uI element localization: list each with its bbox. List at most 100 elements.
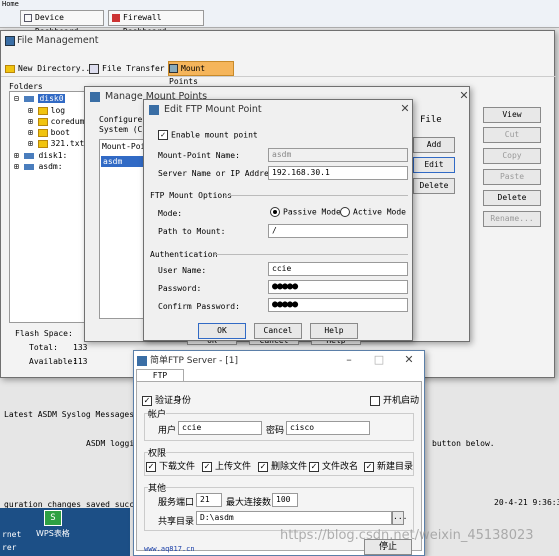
edit-button[interactable]: Edit bbox=[413, 157, 455, 173]
file-management-title: File Management bbox=[17, 35, 99, 46]
close-icon[interactable]: ✕ bbox=[457, 89, 471, 103]
enable-mount-point-checkbox[interactable]: ✓ Enable mount point bbox=[158, 130, 258, 140]
folder-icon bbox=[37, 117, 48, 126]
share-dir-label: 共享目录 bbox=[158, 517, 195, 527]
wps-icon[interactable]: S bbox=[44, 510, 62, 526]
checkbox-icon: ✓ bbox=[158, 130, 168, 140]
tree-asdm[interactable]: ⊞ asdm: bbox=[14, 162, 63, 171]
ftp-user-field[interactable]: ccie bbox=[178, 421, 262, 435]
app-icon bbox=[137, 356, 147, 366]
syslog-label: Latest ASDM Syslog Messages bbox=[4, 410, 135, 419]
tree-log[interactable]: ⊞ log bbox=[28, 106, 65, 115]
tree-boot[interactable]: ⊞ boot bbox=[28, 128, 70, 137]
max-conn-label: 最大连接数 bbox=[226, 498, 272, 508]
server-field[interactable]: 192.168.30.1 bbox=[268, 166, 408, 180]
cut-button[interactable]: Cut bbox=[483, 127, 541, 143]
mp-name-label: Mount-Point Name: bbox=[158, 151, 240, 160]
cancel-button[interactable]: Cancel bbox=[254, 323, 302, 339]
add-button[interactable]: Add bbox=[413, 137, 455, 153]
ftp-pass-field[interactable]: cisco bbox=[286, 421, 370, 435]
auth-header: Authentication bbox=[150, 250, 218, 259]
tree-disk0[interactable]: ⊟ disk0 bbox=[14, 94, 65, 103]
minimize-icon[interactable]: – bbox=[342, 353, 356, 367]
network-drive-icon bbox=[23, 163, 34, 170]
help-button[interactable]: Help bbox=[310, 323, 358, 339]
delete-mp-button[interactable]: Delete bbox=[413, 178, 455, 194]
tab-firewall-dashboard[interactable]: Firewall Dashboard bbox=[108, 10, 204, 36]
folders-label: Folders bbox=[9, 82, 43, 91]
window-icon bbox=[90, 92, 100, 102]
delete-button[interactable]: Delete bbox=[483, 190, 541, 206]
tab-device-dashboard[interactable]: Device Dashboard bbox=[20, 10, 104, 36]
watermark: https://blog.csdn.net/weixin_45138023 bbox=[280, 528, 534, 543]
password-label: Password: bbox=[158, 284, 202, 293]
perm-upload[interactable]: ✓ 上传文件 bbox=[202, 459, 251, 472]
tree-disk1[interactable]: ⊞ disk1: bbox=[14, 151, 67, 160]
taskbar-item-rnet[interactable]: rnet bbox=[2, 530, 21, 539]
perm-rename[interactable]: ✓ 文件改名 bbox=[309, 459, 358, 472]
checkbox-icon bbox=[370, 395, 380, 406]
new-directory-button[interactable]: New Directory... bbox=[5, 62, 95, 76]
maximize-icon[interactable]: □ bbox=[372, 353, 386, 367]
app-icon bbox=[5, 36, 15, 46]
status-date: 20-4-21 9:36:39 bbox=[494, 498, 559, 507]
perm-delete[interactable]: ✓ 删除文件 bbox=[258, 459, 307, 472]
path-field[interactable]: / bbox=[268, 224, 408, 238]
autostart-checkbox[interactable]: 开机启动 bbox=[370, 393, 419, 406]
divider bbox=[214, 254, 408, 255]
tree-coredump[interactable]: ⊞ coredum bbox=[28, 117, 84, 126]
firewall-icon bbox=[112, 14, 120, 22]
paste-button[interactable]: Paste bbox=[483, 169, 541, 185]
total-value: 133 bbox=[73, 343, 88, 352]
divider bbox=[224, 195, 408, 196]
view-button[interactable]: View bbox=[483, 107, 541, 123]
mount-icon bbox=[169, 64, 178, 73]
radio-icon bbox=[340, 207, 350, 217]
top-bar: Home Device Dashboard Firewall Dashboard bbox=[0, 0, 559, 36]
port-field[interactable]: 21 bbox=[196, 493, 222, 507]
button-below-text: button below. bbox=[432, 439, 495, 448]
taskbar-item-rer[interactable]: rer bbox=[2, 543, 16, 552]
perm-download[interactable]: ✓ 下载文件 bbox=[146, 459, 195, 472]
passive-mode-radio[interactable]: Passive Mode bbox=[270, 207, 341, 217]
asdm-logging-text: ASDM loggin bbox=[86, 439, 139, 448]
browse-button[interactable]: ... bbox=[392, 511, 407, 525]
tree-321-txt[interactable]: ⊞ 321.txt bbox=[28, 139, 84, 148]
port-label: 服务端口 bbox=[158, 498, 195, 508]
flash-space-label: Flash Space: bbox=[15, 329, 73, 338]
transfer-icon bbox=[89, 63, 99, 74]
verify-checkbox[interactable]: ✓ 验证身份 bbox=[142, 393, 191, 406]
home-label: Home bbox=[2, 0, 19, 8]
mode-label: Mode: bbox=[158, 209, 183, 218]
password-field[interactable]: ●●●●● bbox=[268, 280, 408, 294]
aq817-link[interactable]: www.aq817.cn bbox=[144, 545, 195, 553]
checkbox-icon: ✓ bbox=[142, 395, 152, 406]
rename-button[interactable]: Rename... bbox=[483, 211, 541, 227]
total-label: Total: bbox=[29, 343, 58, 352]
permission-group-label: 权限 bbox=[148, 446, 167, 459]
username-field[interactable]: ccie bbox=[268, 262, 408, 276]
share-dir-field[interactable]: D:\asdm bbox=[196, 511, 392, 525]
drive-icon bbox=[23, 95, 34, 102]
close-icon[interactable]: ✕ bbox=[398, 102, 412, 116]
available-label: Available: bbox=[29, 357, 78, 366]
close-icon[interactable]: ✕ bbox=[402, 353, 416, 367]
confirm-password-field[interactable]: ●●●●● bbox=[268, 298, 408, 312]
checkbox-icon: ✓ bbox=[309, 461, 319, 472]
folder-icon bbox=[37, 139, 48, 148]
copy-button[interactable]: Copy bbox=[483, 148, 541, 164]
ok-button[interactable]: OK bbox=[198, 323, 246, 339]
new-folder-icon bbox=[5, 64, 15, 73]
ftp-server-window: 简单FTP Server - [1] – □ ✕ FTP Server ✓验证身… bbox=[133, 350, 425, 556]
window-icon bbox=[149, 105, 159, 115]
max-conn-field[interactable]: 100 bbox=[272, 493, 298, 507]
taskbar-item-wps[interactable]: WPS表格 bbox=[36, 528, 70, 539]
mount-points-button[interactable]: Mount Points bbox=[168, 61, 234, 86]
active-mode-radio[interactable]: Active Mode bbox=[340, 207, 406, 217]
path-label: Path to Mount: bbox=[158, 227, 226, 236]
file-transfer-button[interactable]: File Transfer ▾ bbox=[89, 62, 174, 76]
edit-ftp-title: Edit FTP Mount Point bbox=[164, 104, 262, 115]
perm-mkdir[interactable]: ✓ 新建目录 bbox=[364, 459, 413, 472]
mp-name-field[interactable]: asdm bbox=[268, 148, 408, 162]
file-text: File bbox=[420, 115, 442, 125]
